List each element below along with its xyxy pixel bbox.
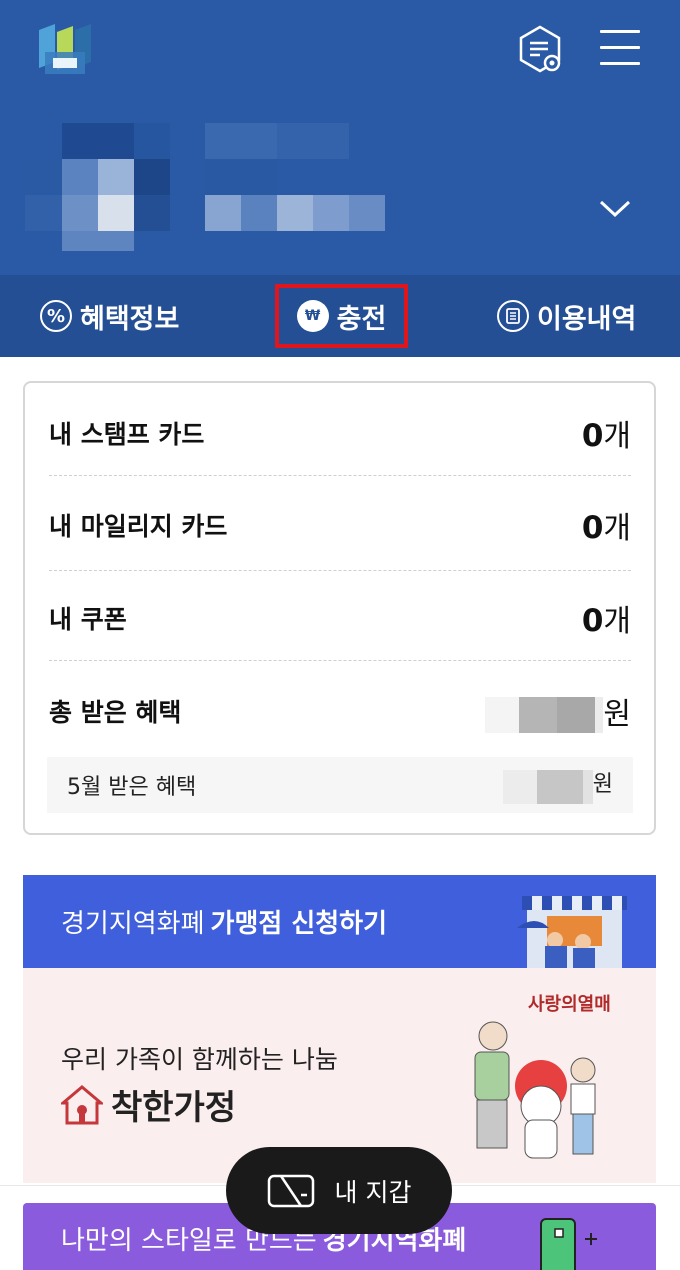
monthly-benefit-label: 5월 받은 혜택 xyxy=(67,775,197,800)
tab-benefit-label: 혜택정보 xyxy=(80,303,180,335)
merchant-banner-bold: 가맹점 신청하기 xyxy=(210,909,388,939)
settings-document-icon[interactable] xyxy=(515,24,565,74)
card-illustration-icon xyxy=(539,1217,601,1270)
family-banner-title-row: 착한가정 xyxy=(58,1080,237,1129)
mileage-card-count: 0개 xyxy=(581,510,631,546)
family-banner-subtitle: 우리 가족이 함께하는 나눔 xyxy=(61,1045,338,1074)
stamp-card-count: 0개 xyxy=(581,418,631,454)
divider xyxy=(49,475,631,476)
tab-history-label: 이용내역 xyxy=(537,303,637,335)
coupon-count: 0개 xyxy=(581,603,631,639)
hamburger-menu-icon[interactable] xyxy=(600,30,642,68)
tab-charge[interactable]: ₩ 충전 xyxy=(275,284,408,348)
divider xyxy=(49,570,631,571)
house-icon xyxy=(58,1084,106,1126)
mileage-card-row[interactable]: 내 마일리지 카드 0개 xyxy=(49,497,631,553)
coupon-row[interactable]: 내 쿠폰 0개 xyxy=(49,590,631,646)
merchant-banner-text: 경기지역화폐 xyxy=(61,909,205,939)
wallet-label: 내 지갑 xyxy=(334,1177,412,1207)
total-benefit-label: 총 받은 혜택 xyxy=(49,698,182,727)
wallet-card-icon xyxy=(267,1174,315,1208)
merchant-apply-banner[interactable]: 경기지역화폐 가맹점 신청하기 xyxy=(23,875,656,968)
my-wallet-button[interactable]: 내 지갑 xyxy=(226,1147,452,1234)
blurred-amount xyxy=(502,769,593,804)
percent-icon: % xyxy=(40,300,72,332)
divider xyxy=(49,660,631,661)
family-banner-title: 착한가정 xyxy=(111,1088,237,1128)
coupon-label: 내 쿠폰 xyxy=(49,605,127,634)
chevron-down-icon[interactable] xyxy=(598,195,632,221)
document-icon xyxy=(497,300,529,332)
storefront-illustration-icon xyxy=(517,890,632,968)
tab-benefit-info[interactable]: % 혜택정보 xyxy=(40,275,179,357)
tab-usage-history[interactable]: 이용내역 xyxy=(497,275,636,357)
stamp-card-row[interactable]: 내 스탬프 카드 0개 xyxy=(49,405,631,461)
header xyxy=(0,0,680,275)
blurred-amount xyxy=(485,697,604,734)
user-info-blurred xyxy=(25,123,387,251)
total-benefit-row: 총 받은 혜택 원 xyxy=(49,683,631,739)
benefit-summary-card: 내 스탬프 카드 0개 내 마일리지 카드 0개 내 쿠폰 0개 총 받은 혜택… xyxy=(23,381,656,835)
won-icon: ₩ xyxy=(296,300,329,332)
monthly-benefit-row: 5월 받은 혜택 원 xyxy=(47,757,633,813)
family-illustration-icon xyxy=(433,1008,603,1178)
mileage-card-label: 내 마일리지 카드 xyxy=(49,512,228,541)
tab-charge-label: 충전 xyxy=(336,303,387,335)
gyeonggi-logo-icon[interactable] xyxy=(35,22,95,77)
monthly-benefit-value: 원 xyxy=(502,766,613,804)
tab-bar: % 혜택정보 ₩ 충전 이용내역 xyxy=(0,275,680,357)
total-benefit-value: 원 xyxy=(485,689,631,734)
stamp-card-label: 내 스탬프 카드 xyxy=(49,420,205,449)
